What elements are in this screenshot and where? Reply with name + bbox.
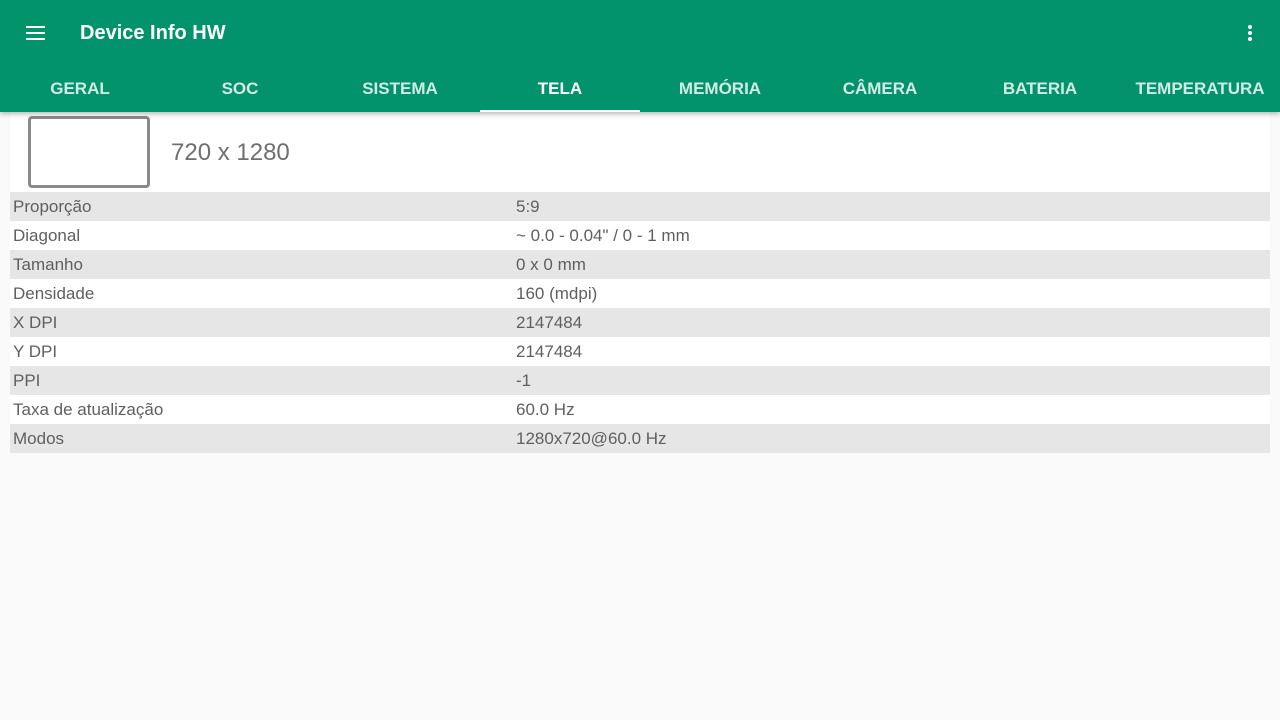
screen-resolution: 720 x 1280 — [171, 139, 290, 166]
info-value: 5:9 — [516, 197, 540, 216]
info-label: PPI — [13, 371, 41, 390]
info-value: 2147484 — [516, 342, 583, 361]
info-label: Y DPI — [13, 342, 58, 361]
info-label: Proporção — [13, 197, 92, 216]
info-value: 2147484 — [516, 313, 583, 332]
info-row-densidade: Densidade 160 (mdpi) — [10, 279, 1270, 308]
screen-info-list: Proporção 5:9 Diagonal ~ 0.0 - 0.04" / 0… — [10, 192, 1270, 453]
more-options-icon[interactable] — [1240, 22, 1260, 44]
info-label: Tamanho — [13, 255, 83, 274]
info-value: 160 (mdpi) — [516, 284, 598, 303]
toolbar: Device Info HW — [0, 0, 1280, 66]
tab-camera[interactable]: CÂMERA — [800, 66, 960, 112]
info-row-ppi: PPI -1 — [10, 366, 1270, 395]
info-row-tamanho: Tamanho 0 x 0 mm — [10, 250, 1270, 279]
tab-bateria[interactable]: BATERIA — [960, 66, 1120, 112]
info-label: Modos — [13, 429, 65, 448]
info-label: Taxa de atualização — [13, 400, 164, 419]
tab-geral[interactable]: GERAL — [0, 66, 160, 112]
info-label: X DPI — [13, 313, 58, 332]
app-title: Device Info HW — [80, 22, 226, 44]
info-value: 0 x 0 mm — [516, 255, 586, 274]
info-row-taxa-atualizacao: Taxa de atualização 60.0 Hz — [10, 395, 1270, 424]
tab-soc[interactable]: SOC — [160, 66, 320, 112]
info-label: Densidade — [13, 284, 95, 303]
screen-header: 720 x 1280 — [10, 112, 1270, 192]
screen-icon — [28, 116, 150, 188]
info-value: 60.0 Hz — [516, 400, 575, 419]
info-row-proporcao: Proporção 5:9 — [10, 192, 1270, 221]
info-row-diagonal: Diagonal ~ 0.0 - 0.04" / 0 - 1 mm — [10, 221, 1270, 250]
info-row-x-dpi: X DPI 2147484 — [10, 308, 1270, 337]
tab-temperatura[interactable]: TEMPERATURA — [1120, 66, 1280, 112]
tab-bar: GERAL SOC SISTEMA TELA MEMÓRIA CÂMERA BA… — [0, 66, 1280, 112]
info-value: 1280x720@60.0 Hz — [516, 429, 667, 448]
info-row-y-dpi: Y DPI 2147484 — [10, 337, 1270, 366]
info-label: Diagonal — [13, 226, 81, 245]
info-value: ~ 0.0 - 0.04" / 0 - 1 mm — [516, 226, 690, 245]
info-value: -1 — [516, 371, 532, 390]
tab-tela[interactable]: TELA — [480, 66, 640, 112]
tab-memoria[interactable]: MEMÓRIA — [640, 66, 800, 112]
hamburger-menu-icon[interactable] — [26, 26, 45, 40]
app-bar: Device Info HW GERAL SOC SISTEMA TELA ME… — [0, 0, 1280, 112]
screen-info-panel: 720 x 1280 Proporção 5:9 Diagonal ~ 0.0 … — [10, 112, 1270, 453]
info-row-modos: Modos 1280x720@60.0 Hz — [10, 424, 1270, 453]
tab-sistema[interactable]: SISTEMA — [320, 66, 480, 112]
